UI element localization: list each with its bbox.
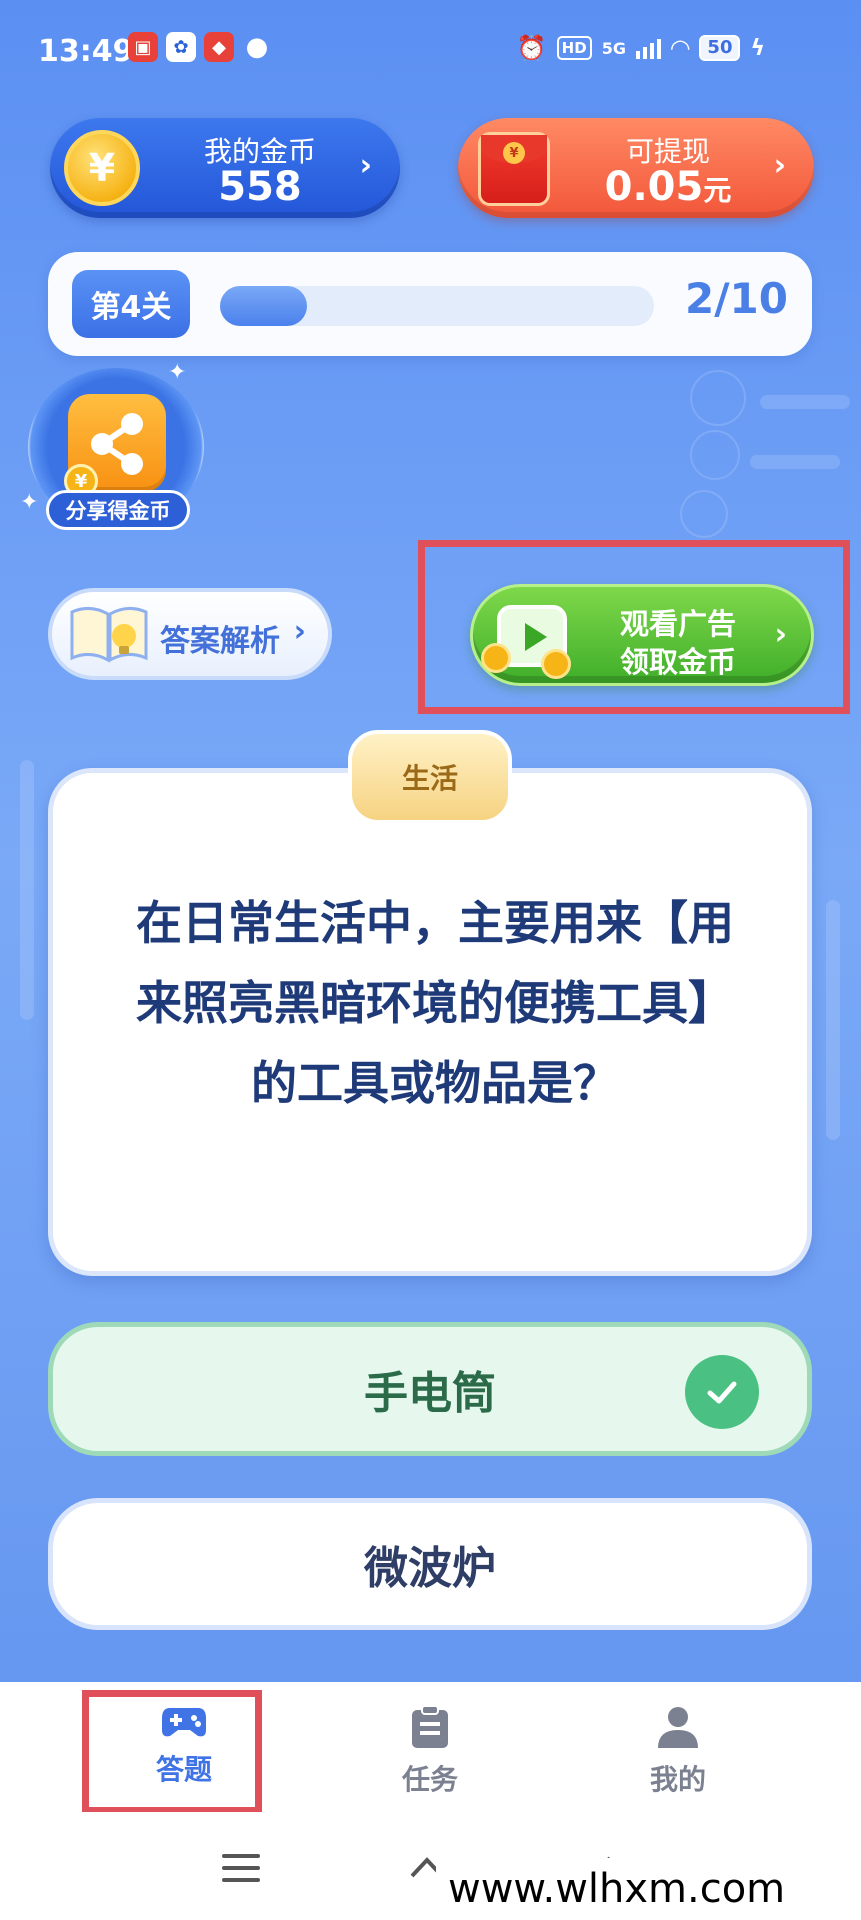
question-text: 在日常生活中，主要用来【用来照亮黑暗环境的便携工具】的工具或物品是？ xyxy=(136,896,734,1110)
app-notification-icon: ▣ xyxy=(128,32,158,62)
clipboard-icon xyxy=(412,1705,448,1748)
yuan-coin-icon: ¥ xyxy=(64,130,140,206)
nav-item-tasks[interactable]: 任务 xyxy=(350,1704,510,1798)
status-time: 13:49 xyxy=(38,34,134,69)
chevron-right-icon: › xyxy=(293,614,306,649)
status-indicators: ⏰ HD 5G ◠ 50 ϟ xyxy=(517,34,765,62)
watermark-text: www.wlhxm.com xyxy=(436,1858,861,1920)
category-tag: 生活 xyxy=(348,730,512,824)
chevron-right-icon: › xyxy=(359,148,372,183)
coins-value: 558 xyxy=(218,164,302,210)
menu-icon[interactable] xyxy=(222,1854,260,1890)
paw-app-icon: ✿ xyxy=(166,32,196,62)
option-label: 手电筒 xyxy=(364,1368,496,1419)
book-icon xyxy=(70,607,148,663)
chevron-right-icon: › xyxy=(773,148,786,183)
network-label: 5G xyxy=(601,38,626,58)
game-app-icon: ◆ xyxy=(204,32,234,62)
chat-bubble-icon: ● xyxy=(245,32,269,62)
level-progress-card: 第4关 2/10 xyxy=(48,252,812,356)
status-bar: 13:49 ▣ ✿ ◆ ● ⏰ HD 5G ◠ 50 ϟ xyxy=(0,0,861,100)
sparkle-icon: ✦ xyxy=(168,360,187,385)
level-badge: 第4关 xyxy=(72,270,190,338)
sparkle-icon: ✦ xyxy=(20,490,39,515)
charging-icon: ϟ xyxy=(750,35,765,61)
level-progress-count: 2/10 xyxy=(684,274,788,323)
share-earn-coins-button[interactable]: ¥ 分享得金币 ✦ ✦ xyxy=(20,360,208,538)
highlight-box-quiz-tab xyxy=(82,1690,262,1814)
hd-badge: HD xyxy=(556,36,592,60)
progress-track xyxy=(220,286,654,326)
red-packet-coin-icon: ¥ xyxy=(503,142,525,164)
nav-item-mine[interactable]: 我的 xyxy=(598,1704,758,1798)
answer-option-correct[interactable]: 手电筒 xyxy=(48,1322,812,1456)
share-label: 分享得金币 xyxy=(46,490,190,530)
cash-amount: 0.05元 xyxy=(578,164,758,210)
battery-icon: 50 xyxy=(699,35,741,61)
highlight-box-ad xyxy=(418,540,850,714)
alarm-icon: ⏰ xyxy=(516,34,547,62)
cash-unit: 元 xyxy=(703,174,732,207)
check-icon xyxy=(685,1355,759,1429)
user-icon xyxy=(658,1707,698,1748)
my-coins-button[interactable]: ¥ 我的金币 558 › xyxy=(50,118,400,218)
nav-label-tasks: 任务 xyxy=(401,1763,458,1796)
answer-option[interactable]: 微波炉 xyxy=(48,1498,812,1630)
question-card: 在日常生活中，主要用来【用来照亮黑暗环境的便携工具】的工具或物品是？ xyxy=(48,768,812,1276)
answer-analysis-label: 答案解析 xyxy=(160,624,280,659)
option-label: 微波炉 xyxy=(364,1543,496,1594)
cash-value: 0.05 xyxy=(604,164,704,210)
answer-analysis-button[interactable]: 答案解析 › xyxy=(48,588,332,680)
nav-label-mine: 我的 xyxy=(649,1763,706,1796)
signal-icon xyxy=(635,37,661,59)
withdraw-cash-button[interactable]: ¥ 可提现 0.05元 › xyxy=(458,118,814,218)
status-app-icons: ▣ ✿ ◆ ● xyxy=(128,32,272,62)
progress-fill xyxy=(220,286,307,326)
wifi-icon: ◠ xyxy=(670,34,690,62)
